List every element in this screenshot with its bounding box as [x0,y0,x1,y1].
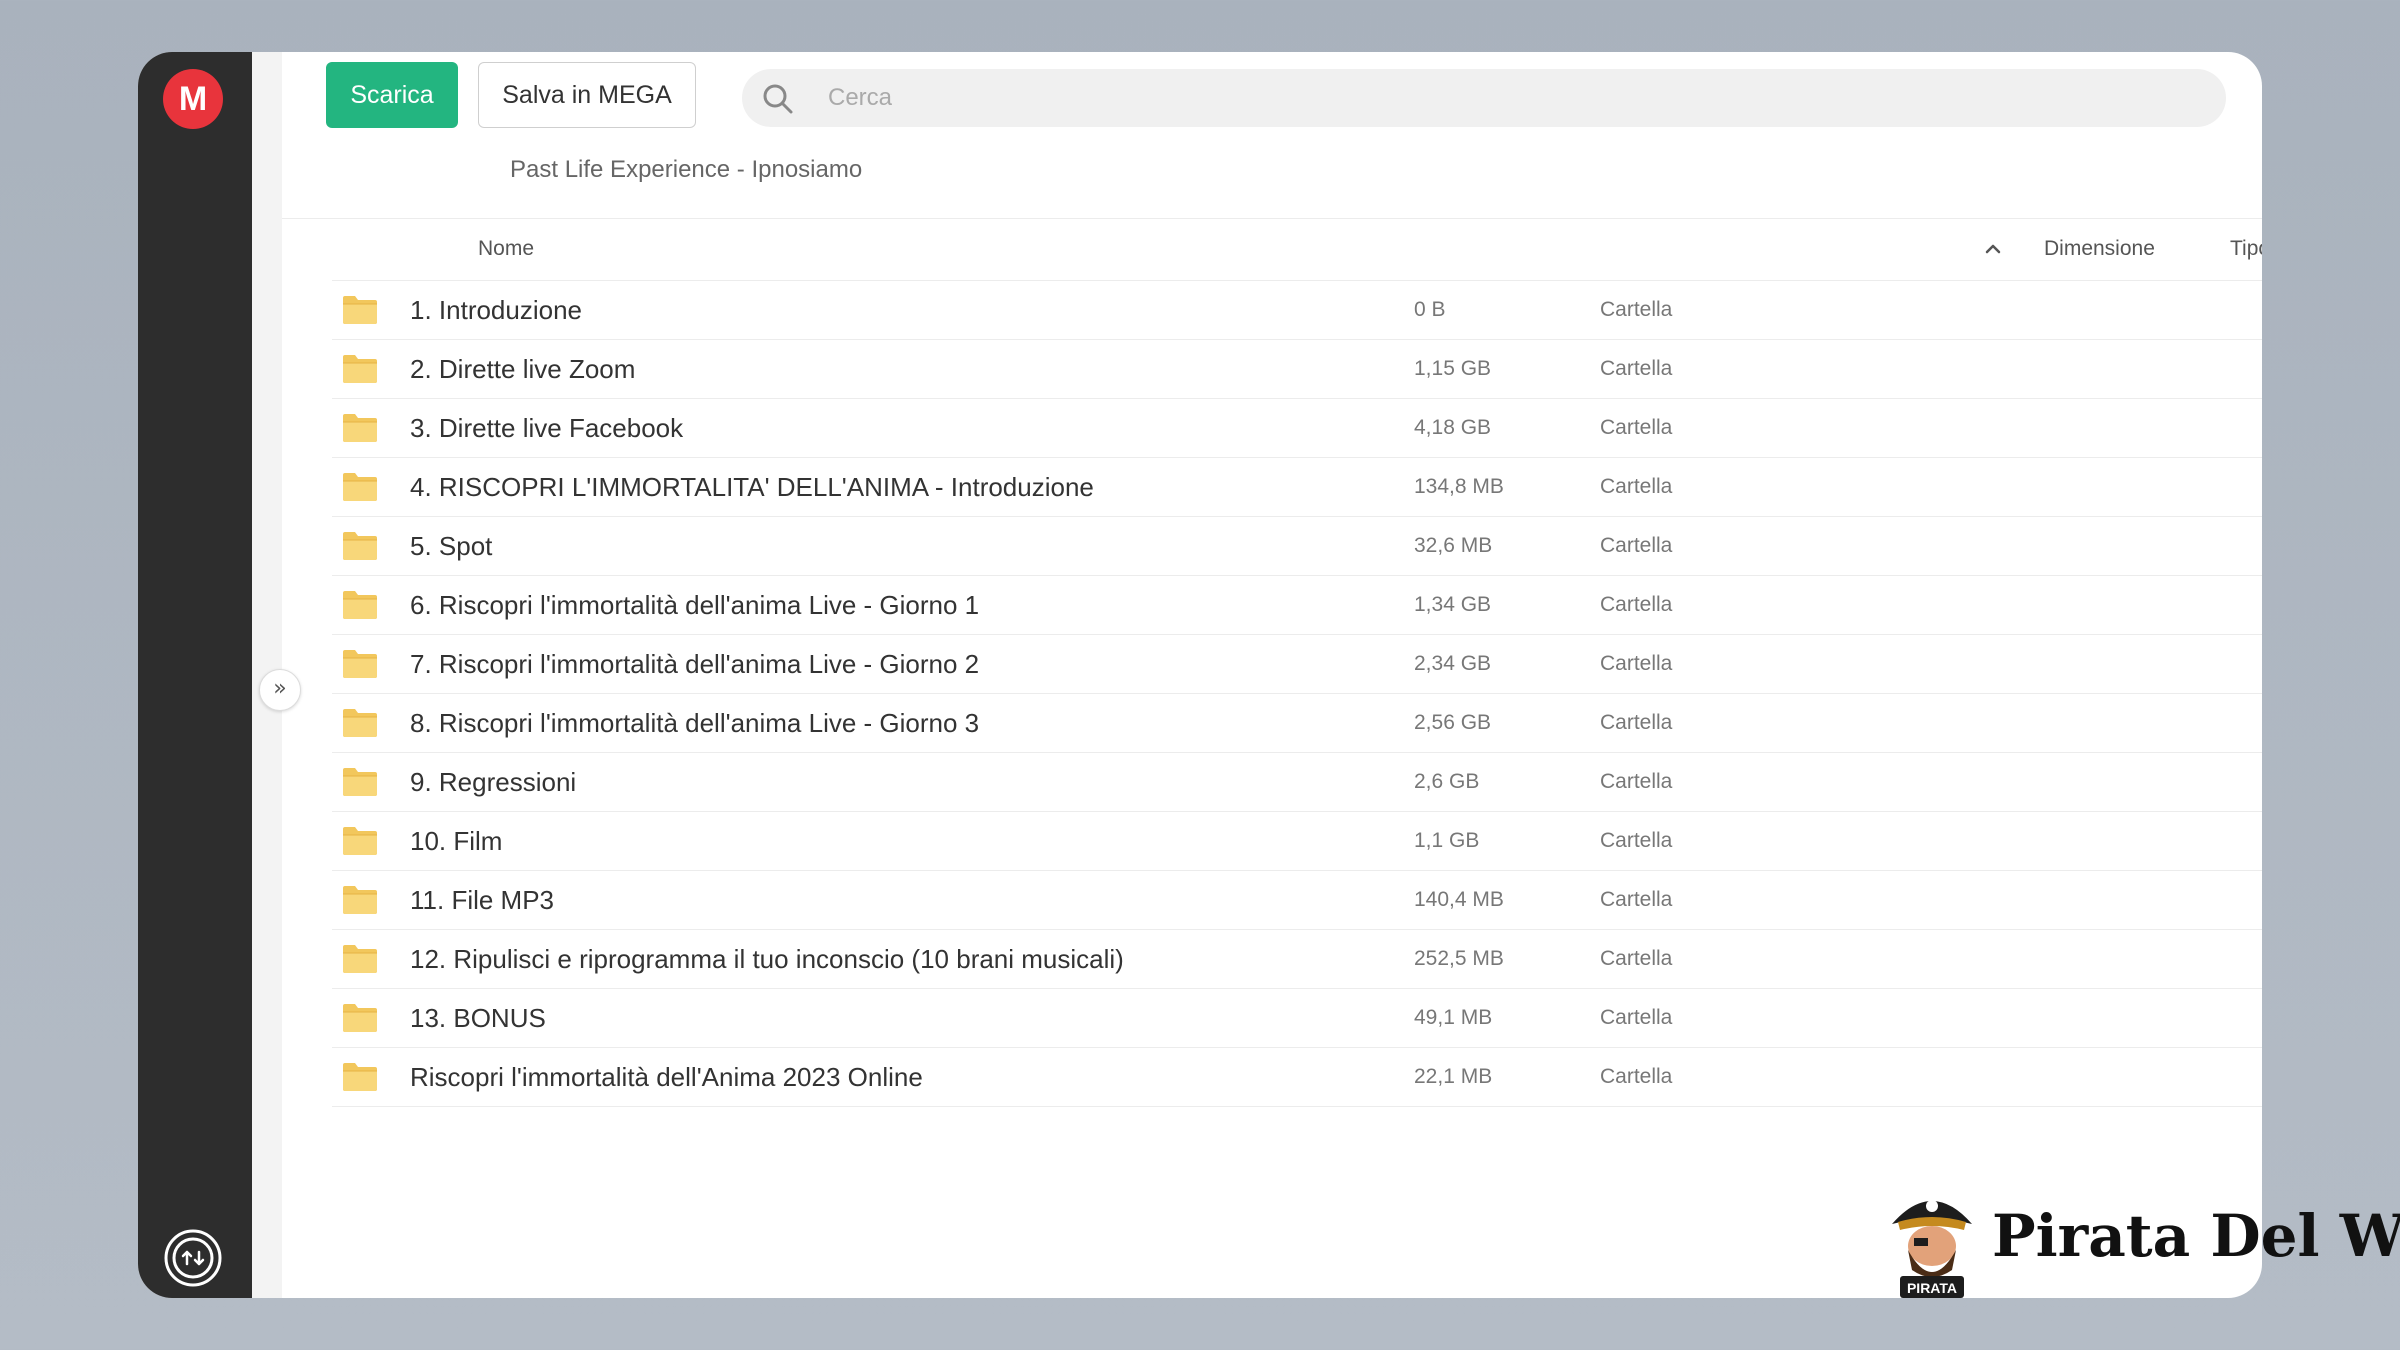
table-row[interactable]: 7. Riscopri l'immortalità dell'anima Liv… [332,635,2262,694]
file-name[interactable]: 12. Ripulisci e riprogramma il tuo incon… [410,930,1124,988]
column-header-size[interactable]: Dimensione [2044,218,2155,280]
pirate-mascot-icon: PIRATA [1892,1200,1972,1298]
file-list: 1. Introduzione 0 B Cartella 2. Dirette … [332,281,2262,1107]
table-row[interactable]: 9. Regressioni 2,6 GB Cartella [332,753,2262,812]
file-type: Cartella [1600,711,1673,734]
column-header-type[interactable]: Tipo [2230,218,2262,280]
expand-sidebar-button[interactable]: » [259,669,301,711]
file-type: Cartella [1600,534,1673,557]
folder-icon [343,650,377,678]
folder-icon [343,1004,377,1032]
table-row[interactable]: 13. BONUS 49,1 MB Cartella [332,989,2262,1048]
file-name[interactable]: 1. Introduzione [410,281,582,339]
file-size: 1,15 GB [1414,357,1492,380]
file-name[interactable]: 8. Riscopri l'immortalità dell'anima Liv… [410,694,979,752]
file-size: 2,56 GB [1414,711,1492,734]
file-size: 1,34 GB [1414,593,1492,616]
file-type: Cartella [1600,416,1673,439]
file-type: Cartella [1600,947,1673,970]
double-chevron-right-icon: » [273,676,287,701]
file-name[interactable]: 11. File MP3 [410,871,554,929]
table-row[interactable]: 2. Dirette live Zoom 1,15 GB Cartella [332,340,2262,399]
file-name[interactable]: 9. Regressioni [410,753,576,811]
table-row[interactable]: 10. Film 1,1 GB Cartella [332,812,2262,871]
file-size: 0 B [1414,298,1446,321]
table-row[interactable]: 6. Riscopri l'immortalità dell'anima Liv… [332,576,2262,635]
file-size: 140,4 MB [1414,888,1504,911]
file-type: Cartella [1600,652,1673,675]
file-type: Cartella [1600,593,1673,616]
folder-icon [343,945,377,973]
folder-icon [343,886,377,914]
file-type: Cartella [1600,888,1673,911]
search-icon [763,84,793,114]
file-size: 1,1 GB [1414,829,1480,852]
table-row[interactable]: 4. RISCOPRI L'IMMORTALITA' DELL'ANIMA - … [332,458,2262,517]
mega-window: M » Scarica Salva in MEGA Past Life Expe… [138,52,2262,1298]
chevron-up-icon[interactable] [1982,238,2004,260]
file-type: Cartella [1600,770,1673,793]
file-name[interactable]: 10. Film [410,812,502,870]
file-type: Cartella [1600,829,1673,852]
file-name[interactable]: 3. Dirette live Facebook [410,399,683,457]
folder-icon [343,296,377,324]
save-to-mega-button[interactable]: Salva in MEGA [478,62,696,128]
table-row[interactable]: 3. Dirette live Facebook 4,18 GB Cartell… [332,399,2262,458]
file-name[interactable]: 5. Spot [410,517,492,575]
file-size: 2,34 GB [1414,652,1492,675]
table-header: Nome Dimensione Tipo [332,218,2262,281]
search-input[interactable] [828,69,2188,127]
folder-icon [343,355,377,383]
table-row[interactable]: 12. Ripulisci e riprogramma il tuo incon… [332,930,2262,989]
table-row[interactable]: Riscopri l'immortalità dell'Anima 2023 O… [332,1048,2262,1107]
table-row[interactable]: 11. File MP3 140,4 MB Cartella [332,871,2262,930]
column-header-name[interactable]: Nome [478,218,534,280]
file-name[interactable]: 4. RISCOPRI L'IMMORTALITA' DELL'ANIMA - … [410,458,1094,516]
table-row[interactable]: 8. Riscopri l'immortalità dell'anima Liv… [332,694,2262,753]
file-type: Cartella [1600,475,1673,498]
file-type: Cartella [1600,298,1673,321]
file-type: Cartella [1600,1065,1673,1088]
download-button[interactable]: Scarica [326,62,458,128]
table-row[interactable]: 1. Introduzione 0 B Cartella [332,281,2262,340]
file-size: 2,6 GB [1414,770,1480,793]
watermark-logo: PIRATA Pirata Del Web [1880,1184,2400,1302]
folder-icon [343,591,377,619]
file-type: Cartella [1600,1006,1673,1029]
file-name[interactable]: 7. Riscopri l'immortalità dell'anima Liv… [410,635,979,693]
folder-icon [343,532,377,560]
sidebar: M [138,52,252,1298]
folder-icon [343,473,377,501]
file-size: 134,8 MB [1414,475,1504,498]
folder-icon [343,709,377,737]
watermark-text: Pirata Del Web [1992,1202,2400,1270]
folder-icon [343,827,377,855]
file-type: Cartella [1600,357,1673,380]
watermark-badge: PIRATA [1907,1280,1957,1296]
file-size: 32,6 MB [1414,534,1493,557]
mega-logo[interactable]: M [163,69,223,129]
file-size: 252,5 MB [1414,947,1504,970]
folder-icon [343,1063,377,1091]
file-size: 22,1 MB [1414,1065,1493,1088]
table-row[interactable]: 5. Spot 32,6 MB Cartella [332,517,2262,576]
breadcrumb[interactable]: Past Life Experience - Ipnosiamo [510,156,862,184]
file-name[interactable]: 13. BONUS [410,989,546,1047]
file-name[interactable]: 6. Riscopri l'immortalità dell'anima Liv… [410,576,979,634]
folder-icon [343,414,377,442]
file-size: 49,1 MB [1414,1006,1493,1029]
file-name[interactable]: 2. Dirette live Zoom [410,340,635,398]
transfer-manager-button[interactable] [163,1228,223,1288]
file-size: 4,18 GB [1414,416,1492,439]
transfer-icon [164,1229,222,1287]
search-bar[interactable] [742,69,2226,127]
folder-icon [343,768,377,796]
file-name[interactable]: Riscopri l'immortalità dell'Anima 2023 O… [410,1048,923,1106]
